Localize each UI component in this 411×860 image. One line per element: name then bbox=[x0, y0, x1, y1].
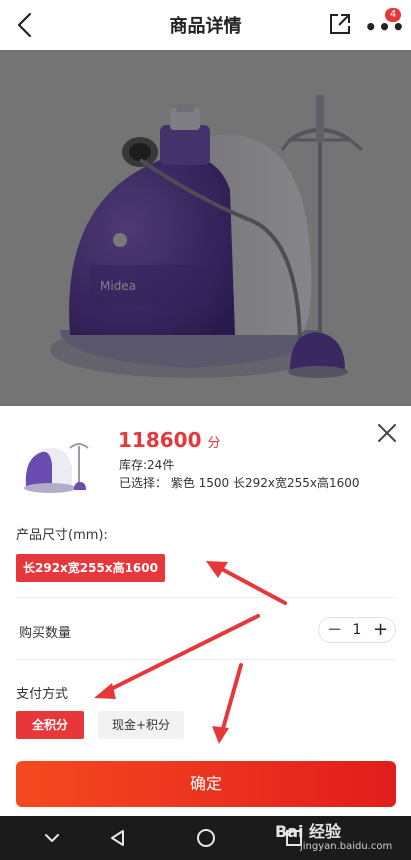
baidu-watermark: Bai 经验 bbox=[275, 822, 342, 841]
annotation-arrows bbox=[94, 561, 287, 744]
back-triangle-icon[interactable] bbox=[108, 828, 128, 848]
system-nav-bar bbox=[0, 816, 411, 860]
chevron-down-icon[interactable] bbox=[42, 828, 62, 848]
baidu-watermark-url: jingyan.baidu.com bbox=[300, 841, 393, 852]
home-circle-icon[interactable] bbox=[196, 828, 216, 848]
product-options-page: 商品详情 ••• 4 Midea 118600 分 库存:24件 已选择： 紫色… bbox=[0, 0, 411, 860]
